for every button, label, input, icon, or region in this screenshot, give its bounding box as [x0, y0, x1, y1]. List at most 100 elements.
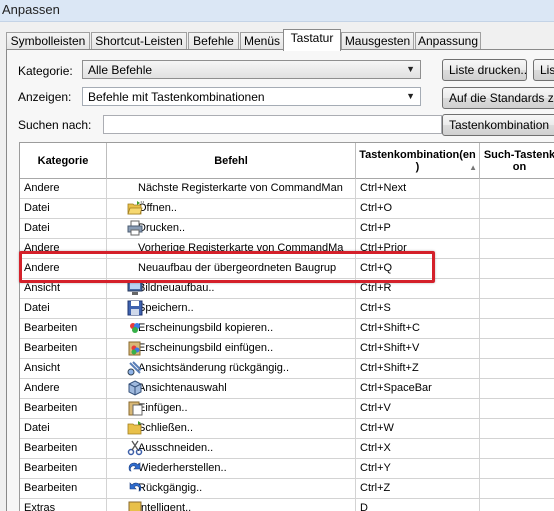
table-row[interactable]: Datei Schließen.. Ctrl+W — [20, 419, 554, 439]
table-header: Kategorie Befehl Tastenkombination(en ) … — [20, 143, 554, 179]
cell-search-shortcut — [480, 219, 554, 238]
undo-view-icon — [127, 360, 143, 377]
cell-category: Datei — [20, 199, 107, 218]
cell-shortcut: Ctrl+P — [356, 219, 480, 238]
cell-shortcut: Ctrl+O — [356, 199, 480, 218]
table-row[interactable]: Andere Ansichtenauswahl Ctrl+SpaceBar — [20, 379, 554, 399]
paste-appearance-icon — [127, 340, 143, 357]
cell-category: Extras — [20, 499, 107, 511]
cell-shortcut: Ctrl+Shift+Z — [356, 359, 480, 378]
window-title: Anpassen — [2, 2, 60, 17]
cell-search-shortcut — [480, 419, 554, 438]
table-row[interactable]: Bearbeiten Rückgängig.. Ctrl+Z — [20, 479, 554, 499]
cell-command: Nächste Registerkarte von CommandMan — [107, 179, 356, 198]
cell-shortcut: D — [356, 499, 480, 511]
show-label: Anzeigen: — [18, 90, 72, 104]
cell-search-shortcut — [480, 239, 554, 258]
table-row[interactable]: Datei Öffnen.. Ctrl+O — [20, 199, 554, 219]
cell-shortcut: Ctrl+Next — [356, 179, 480, 198]
column-header-shortcut-label: Tastenkombination(en — [359, 149, 476, 161]
cell-search-shortcut — [480, 299, 554, 318]
tab-befehle[interactable]: Befehle — [188, 32, 239, 50]
print-list-button[interactable]: Liste drucken... — [442, 59, 527, 81]
cell-shortcut: Ctrl+Shift+C — [356, 319, 480, 338]
cell-search-shortcut — [480, 479, 554, 498]
cell-search-shortcut — [480, 399, 554, 418]
scissors-icon — [127, 440, 143, 457]
table-row[interactable]: Andere Nächste Registerkarte von CommandM… — [20, 179, 554, 199]
column-header-command-label: Befehl — [214, 155, 248, 167]
table-row[interactable]: Bearbeiten Einfügen.. Ctrl+V — [20, 399, 554, 419]
cell-category: Datei — [20, 219, 107, 238]
redo-icon — [127, 460, 143, 477]
undo-icon — [127, 480, 143, 497]
cell-search-shortcut — [480, 439, 554, 458]
shortcut-table: Kategorie Befehl Tastenkombination(en ) … — [19, 142, 554, 511]
cell-search-shortcut — [480, 199, 554, 218]
table-row[interactable]: Datei Drucken.. Ctrl+P — [20, 219, 554, 239]
view-selector-icon — [127, 380, 143, 397]
chevron-down-icon: ▼ — [406, 64, 415, 74]
category-dropdown[interactable]: Alle Befehle ▼ — [82, 60, 421, 79]
window-titlebar: Anpassen — [0, 0, 554, 22]
column-header-command[interactable]: Befehl — [107, 143, 356, 179]
smart-icon — [127, 500, 143, 511]
tab-tastatur[interactable]: Tastatur — [283, 29, 341, 51]
cell-command: Ansichtsänderung rückgängig.. — [107, 359, 356, 378]
cell-search-shortcut — [480, 319, 554, 338]
cell-search-shortcut — [480, 339, 554, 358]
search-input[interactable] — [103, 115, 442, 134]
cell-command: Öffnen.. — [107, 199, 356, 218]
tab-mausgesten[interactable]: Mausgesten — [341, 32, 414, 50]
table-row[interactable]: Bearbeiten Erscheinungsbild einfügen.. Ctr… — [20, 339, 554, 359]
show-dropdown[interactable]: Befehle mit Tastenkombinationen ▼ — [82, 87, 421, 106]
open-folder-icon — [127, 200, 143, 217]
cell-command: Schließen.. — [107, 419, 356, 438]
column-header-search-shortcut[interactable]: Such-Tastenk on — [480, 143, 554, 179]
cell-category: Bearbeiten — [20, 319, 107, 338]
cell-search-shortcut — [480, 279, 554, 298]
table-row[interactable]: Bearbeiten Wiederherstellen.. Ctrl+Y — [20, 459, 554, 479]
column-header-category[interactable]: Kategorie — [20, 143, 107, 179]
cell-search-shortcut — [480, 379, 554, 398]
cell-search-shortcut — [480, 179, 554, 198]
cell-category: Andere — [20, 379, 107, 398]
restore-defaults-button[interactable]: Auf die Standards zu — [442, 87, 554, 109]
table-row[interactable]: Extras Intelligent.. D — [20, 499, 554, 511]
show-value: Befehle mit Tastenkombinationen — [88, 90, 265, 104]
tab-anpassung[interactable]: Anpassung — [415, 32, 481, 50]
category-label: Kategorie: — [18, 64, 73, 78]
paste-icon — [127, 400, 143, 417]
cell-shortcut: Ctrl+W — [356, 419, 480, 438]
column-header-category-label: Kategorie — [37, 155, 89, 167]
cell-search-shortcut — [480, 259, 554, 278]
close-folder-icon — [127, 420, 143, 437]
cell-command: Wiederherstellen.. — [107, 459, 356, 478]
cell-category: Bearbeiten — [20, 479, 107, 498]
tab-symbolleisten[interactable]: Symbolleisten — [6, 32, 90, 50]
cell-category: Andere — [20, 179, 107, 198]
list-button[interactable]: Liste — [533, 59, 554, 81]
cell-command: Speichern.. — [107, 299, 356, 318]
table-row[interactable]: Bearbeiten Erscheinungsbild kopieren.. Ctr… — [20, 319, 554, 339]
cell-shortcut: Ctrl+V — [356, 399, 480, 418]
cell-command: Rückgängig.. — [107, 479, 356, 498]
cell-search-shortcut — [480, 459, 554, 478]
cell-command: Intelligent.. — [107, 499, 356, 511]
column-header-shortcut[interactable]: Tastenkombination(en ) ▲ — [356, 143, 480, 179]
cell-shortcut: Ctrl+SpaceBar — [356, 379, 480, 398]
column-header-search-shortcut-label-cont: on — [512, 161, 527, 173]
table-row[interactable]: Ansicht Ansichtsänderung rückgängig.. Ctrl… — [20, 359, 554, 379]
table-row[interactable]: Bearbeiten Ausschneiden.. Ctrl+X — [20, 439, 554, 459]
table-row[interactable]: Datei Speichern.. Ctrl+S — [20, 299, 554, 319]
cell-category: Datei — [20, 299, 107, 318]
tab-shortcut-leisten[interactable]: Shortcut-Leisten — [91, 32, 187, 50]
cell-command: Erscheinungsbild einfügen.. — [107, 339, 356, 358]
cell-search-shortcut — [480, 359, 554, 378]
key-combination-button[interactable]: Tastenkombination — [442, 114, 554, 136]
category-value: Alle Befehle — [88, 63, 153, 77]
tab-menues[interactable]: Menüs — [240, 32, 284, 50]
cell-category: Bearbeiten — [20, 339, 107, 358]
copy-appearance-icon — [127, 320, 143, 337]
cell-category: Bearbeiten — [20, 439, 107, 458]
